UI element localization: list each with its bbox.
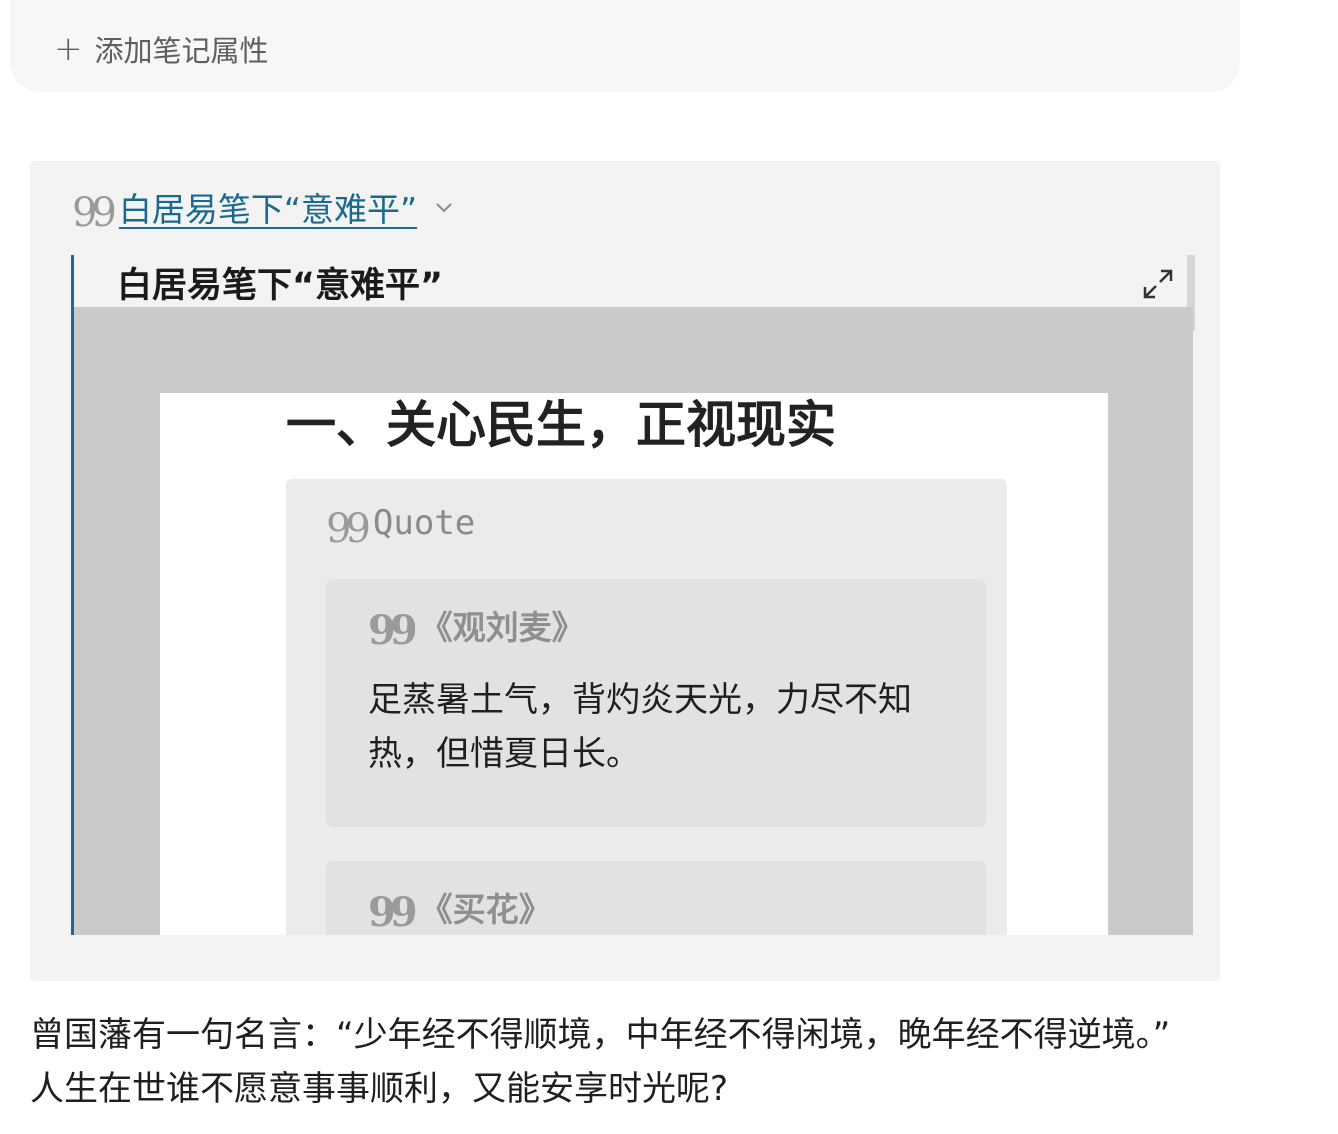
add-note-property-button[interactable]: + 添加笔记属性 <box>54 28 269 70</box>
quote-label: Quote <box>372 503 476 543</box>
nested-quote-title: 《买花》 <box>419 890 552 929</box>
nested-quote-body: 足蒸暑土气，背灼炎天光，力尽不知热，但惜夏日长。 <box>368 680 912 774</box>
nested-quote: 99 《观刘麦》 足蒸暑土气，背灼炎天光，力尽不知热，但惜夏日长。 <box>326 579 986 827</box>
embed-title: 白居易笔下“意难平” <box>117 266 444 306</box>
quote-icon: 99 <box>368 889 418 935</box>
paragraph-line: 曾国藩有一句名言：“少年经不得顺境，中年经不得闲境，晚年经不得逆境。” <box>30 1015 1171 1055</box>
paragraph-line: 人生在世谁不愿意事事顺利，又能安享时光呢? <box>30 1069 729 1109</box>
embedded-note: 白居易笔下“意难平” 一、关心民生，正视现实 99 Quote 99 《观刘麦》 <box>71 255 1195 935</box>
nested-quote-title: 《观刘麦》 <box>419 608 585 647</box>
note-paragraph: 曾国藩有一句名言：“少年经不得顺境，中年经不得闲境，晚年经不得逆境。” 人生在世… <box>30 1008 1180 1116</box>
quote-callout: 99 白居易笔下“意难平” 白居易笔下“意难平” 一、关心民生，正视现实 99 … <box>30 161 1220 981</box>
nested-quote-header[interactable]: 99 《观刘麦》 <box>368 601 585 654</box>
embed-preview: 一、关心民生，正视现实 99 Quote 99 《观刘麦》 足蒸暑土气，背灼炎天… <box>74 307 1193 935</box>
preview-page: 一、关心民生，正视现实 99 Quote 99 《观刘麦》 足蒸暑土气，背灼炎天… <box>160 393 1108 935</box>
callout-title-link[interactable]: 白居易笔下“意难平” <box>119 183 417 231</box>
add-property-label: 添加笔记属性 <box>94 34 269 68</box>
plus-icon: + <box>54 29 83 69</box>
nested-quote: 99 《买花》 <box>326 861 986 935</box>
quote-block-header[interactable]: 99 Quote <box>326 503 476 549</box>
quote-icon: 99 <box>368 607 418 654</box>
note-properties-panel: + 添加笔记属性 <box>10 0 1240 92</box>
quote-icon: 99 <box>72 190 117 236</box>
quote-icon: 99 <box>326 506 371 552</box>
chevron-down-icon[interactable] <box>435 198 453 216</box>
expand-icon[interactable] <box>1141 267 1175 301</box>
nested-quote-header[interactable]: 99 《买花》 <box>368 883 552 935</box>
callout-header[interactable]: 99 白居易笔下“意难平” <box>72 183 453 236</box>
quote-block: 99 Quote 99 《观刘麦》 足蒸暑土气，背灼炎天光，力尽不知热，但惜夏日… <box>286 479 1007 935</box>
preview-heading: 一、关心民生，正视现实 <box>286 396 836 454</box>
